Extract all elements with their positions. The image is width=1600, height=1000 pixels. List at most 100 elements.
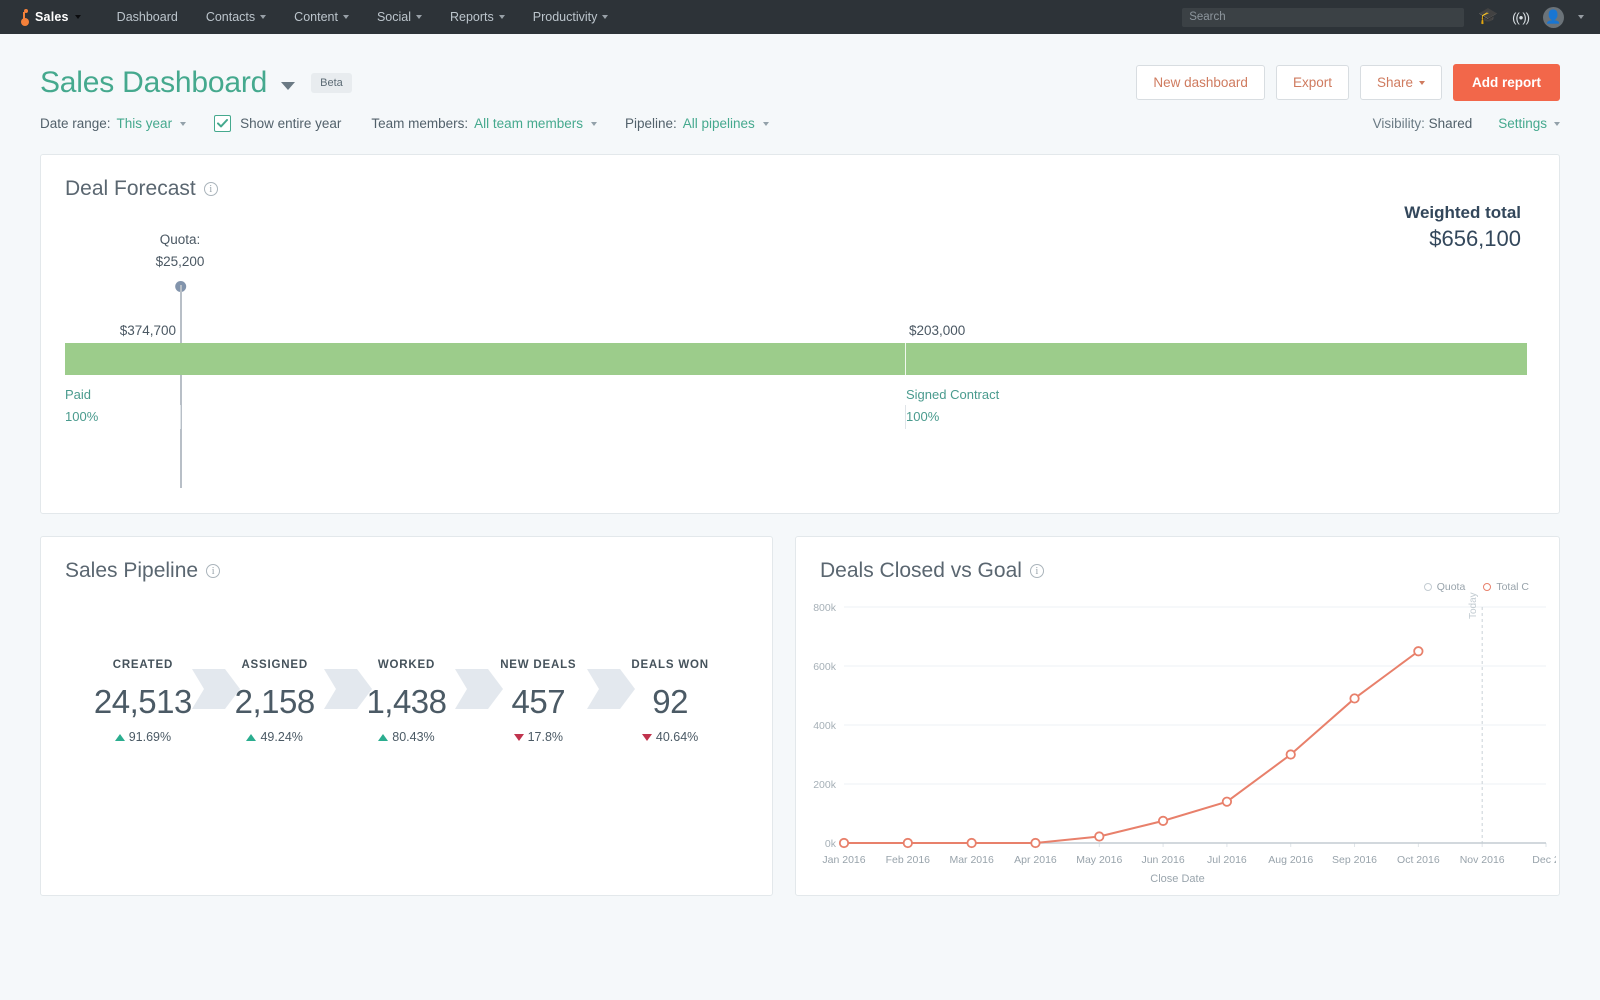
x-tick-label: Dec 2 bbox=[1532, 854, 1556, 866]
search-input[interactable] bbox=[1189, 11, 1458, 23]
pipeline-stage-assigned[interactable]: ASSIGNED 2,158 49.24% bbox=[209, 659, 372, 744]
data-point[interactable] bbox=[1349, 693, 1360, 704]
segment-amount-paid: $374,700 bbox=[119, 323, 176, 338]
pipeline-stage-new-deals[interactable]: NEW DEALS 457 17.8% bbox=[472, 659, 636, 744]
chevron-down-icon bbox=[74, 15, 81, 19]
stage-label: ASSIGNED bbox=[241, 659, 308, 671]
check-icon bbox=[217, 119, 229, 128]
x-tick-label: Jun 2016 bbox=[1141, 854, 1184, 866]
date-range-value[interactable]: This year bbox=[117, 116, 173, 131]
settings-label: Settings bbox=[1498, 116, 1547, 131]
new-dashboard-button[interactable]: New dashboard bbox=[1136, 65, 1265, 100]
stage-delta: 49.24% bbox=[209, 730, 341, 744]
data-point[interactable] bbox=[1030, 837, 1041, 849]
team-members-label: Team members: bbox=[371, 116, 469, 131]
segment-percent-paid: 100% bbox=[65, 409, 99, 425]
graduation-cap-icon[interactable]: 🎓 bbox=[1478, 9, 1498, 25]
share-button[interactable]: Share bbox=[1359, 65, 1442, 100]
deal-forecast-title: Deal Forecast bbox=[65, 177, 196, 200]
brand-logo-sales[interactable]: Sales bbox=[12, 8, 81, 26]
triangle-up-icon bbox=[246, 733, 257, 741]
deals-closed-line-chart[interactable]: 0k 200k 400k 600k 800k Jan 2016 Feb 2016 Mar 20… bbox=[796, 589, 1559, 889]
quota-value: $25,200 bbox=[155, 253, 205, 269]
x-tick-label: Nov 2016 bbox=[1460, 854, 1505, 866]
chart-area: 0k 200k 400k 600k 800k Jan 2016 Feb 2016 Mar 20… bbox=[796, 589, 1559, 895]
stage-delta-value: 49.24% bbox=[260, 730, 303, 744]
dashboard-switcher-chevron-icon[interactable] bbox=[281, 81, 296, 90]
today-marker-label: Today bbox=[1468, 592, 1479, 619]
pipeline-stage-worked[interactable]: WORKED 1,438 80.43% bbox=[341, 659, 504, 744]
nav-item-productivity[interactable]: Productivity bbox=[519, 0, 623, 34]
series-line-total-closed[interactable] bbox=[844, 650, 1419, 844]
stage-value: 457 bbox=[511, 683, 566, 720]
broadcast-icon[interactable]: ((•)) bbox=[1512, 10, 1530, 25]
segment-name-paid[interactable]: Paid bbox=[65, 384, 98, 406]
show-entire-year-toggle[interactable]: Show entire year bbox=[214, 115, 341, 132]
pipeline-value[interactable]: All pipelines bbox=[683, 116, 755, 131]
search-box[interactable] bbox=[1182, 7, 1465, 27]
forecast-segment-paid[interactable] bbox=[65, 343, 905, 375]
data-point[interactable] bbox=[1094, 831, 1105, 842]
date-range-filter[interactable]: Date range: This year bbox=[40, 116, 187, 131]
nav-item-label: Social bbox=[376, 10, 411, 24]
y-tick-label: 800k bbox=[813, 602, 837, 614]
segment-name-signed[interactable]: Signed Contract bbox=[906, 384, 999, 406]
pipeline-filter[interactable]: Pipeline: All pipelines bbox=[625, 116, 769, 131]
nav-item-content[interactable]: Content bbox=[280, 0, 363, 34]
y-tick-label: 400k bbox=[813, 720, 837, 732]
team-members-filter[interactable]: Team members: All team members bbox=[371, 116, 597, 131]
stage-label: WORKED bbox=[377, 659, 436, 671]
deal-forecast-title-row: Deal Forecast i bbox=[65, 177, 1535, 201]
x-tick-label: Mar 2016 bbox=[949, 854, 994, 866]
nav-item-label: Reports bbox=[450, 10, 494, 24]
data-point[interactable] bbox=[1413, 646, 1424, 657]
stage-value: 92 bbox=[652, 683, 688, 720]
segment-tick bbox=[180, 405, 181, 429]
avatar[interactable]: 👤 bbox=[1543, 6, 1564, 28]
hubspot-logo-icon bbox=[12, 8, 29, 26]
dashboard-row-2: Sales Pipeline i CREATED 24,513 91.69% ASSI… bbox=[40, 536, 1560, 896]
data-point[interactable] bbox=[1157, 815, 1169, 826]
nav-item-reports[interactable]: Reports bbox=[436, 0, 519, 34]
top-navigation-bar: Sales Dashboard Contacts Content Social Repo… bbox=[0, 0, 1600, 34]
quota-line bbox=[180, 285, 182, 488]
export-button[interactable]: Export bbox=[1275, 65, 1349, 100]
filter-bar-right: Visibility: Shared Settings bbox=[1373, 116, 1560, 131]
visibility-status: Visibility: Shared bbox=[1373, 116, 1473, 131]
forecast-segment-signed-contract[interactable] bbox=[905, 343, 1527, 375]
stage-value: 24,513 bbox=[93, 683, 192, 720]
deal-forecast-plot: Quota: $25,200 $374,700 $203,000 Paid 10… bbox=[65, 232, 1535, 497]
page-header: Sales Dashboard Beta New dashboard Expor… bbox=[40, 34, 1560, 115]
info-icon[interactable]: i bbox=[1029, 564, 1044, 578]
x-tick-label: May 2016 bbox=[1076, 854, 1122, 866]
visibility-label: Visibility: bbox=[1372, 116, 1425, 131]
data-point[interactable] bbox=[1285, 749, 1296, 760]
triangle-down-icon bbox=[641, 733, 652, 741]
pipeline-stage-created[interactable]: CREATED 24,513 91.69% bbox=[77, 659, 240, 744]
x-tick-label: Apr 2016 bbox=[1014, 854, 1057, 866]
pipeline-stage-deals-won[interactable]: DEALS WON 92 40.64% bbox=[604, 659, 736, 744]
stage-label: NEW DEALS bbox=[500, 659, 577, 671]
nav-item-social[interactable]: Social bbox=[363, 0, 436, 34]
chevron-down-icon[interactable] bbox=[1578, 15, 1584, 19]
sales-pipeline-title-row: Sales Pipeline i bbox=[65, 559, 748, 583]
info-icon[interactable]: i bbox=[206, 564, 221, 578]
pipeline-label: Pipeline: bbox=[624, 116, 677, 131]
y-tick-label: 200k bbox=[813, 779, 837, 791]
forecast-bar-track: $374,700 $203,000 Paid 100% Signed Contr… bbox=[65, 323, 1535, 429]
nav-item-contacts[interactable]: Contacts bbox=[192, 0, 280, 34]
date-range-label: Date range: bbox=[40, 116, 111, 131]
show-entire-year-checkbox[interactable] bbox=[214, 115, 232, 132]
data-point[interactable] bbox=[902, 837, 913, 849]
filter-bar: Date range: This year Show entire year T… bbox=[40, 115, 1560, 154]
data-point[interactable] bbox=[838, 837, 850, 849]
data-point[interactable] bbox=[1221, 796, 1233, 807]
nav-item-dashboard[interactable]: Dashboard bbox=[103, 0, 192, 34]
team-members-value[interactable]: All team members bbox=[474, 116, 583, 131]
info-icon[interactable]: i bbox=[203, 182, 218, 196]
data-point[interactable] bbox=[966, 837, 977, 849]
weighted-total: Weighted total $656,100 bbox=[1404, 203, 1521, 252]
segment-footer-signed: Signed Contract 100% bbox=[906, 384, 999, 429]
settings-menu[interactable]: Settings bbox=[1498, 116, 1560, 131]
add-report-button[interactable]: Add report bbox=[1453, 64, 1560, 101]
